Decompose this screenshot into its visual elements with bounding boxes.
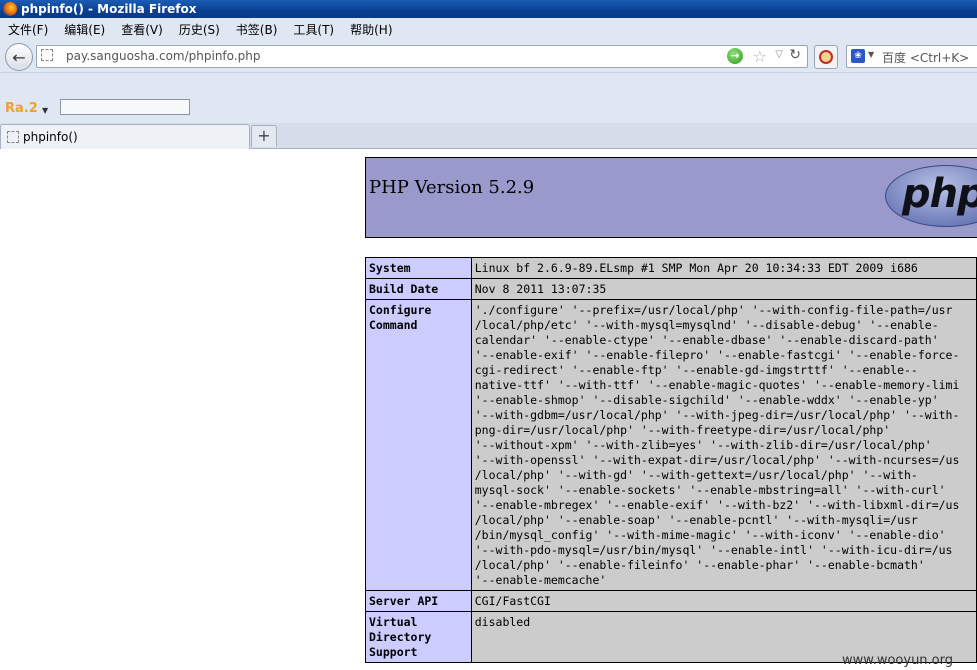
url-bar[interactable]: pay.sanguosha.com/phpinfo.php → ☆ ▽ ↻ [36,45,808,68]
watermark: www.wooyun.org [842,653,954,668]
tab-strip: phpinfo() + [0,123,977,149]
window-titlebar: phpinfo() - Mozilla Firefox [0,0,977,18]
tab-phpinfo[interactable]: phpinfo() [0,124,250,149]
php-logo-text: php [902,171,977,217]
go-button[interactable]: → [727,48,743,64]
tab-label: phpinfo() [23,130,78,144]
reload-icon[interactable]: ↻ [789,47,801,63]
menu-history[interactable]: 历史(S) [171,21,228,38]
ra2-input[interactable] [60,99,190,115]
search-input[interactable]: 百度 <Ctrl+K> [882,49,969,66]
menu-view[interactable]: 查看(V) [113,21,171,38]
menu-bar: 文件(F) 编辑(E) 查看(V) 历史(S) 书签(B) 工具(T) 帮助(H… [0,18,977,40]
addon-block-button[interactable] [814,45,838,69]
table-row: Server API CGI/FastCGI [365,590,977,612]
page-icon [7,131,19,143]
ra2-logo[interactable]: Ra.2 [5,101,38,116]
menu-edit[interactable]: 编辑(E) [56,21,113,38]
arrow-left-icon: ← [12,47,26,67]
back-button[interactable]: ← [5,43,33,71]
page-title: PHP Version 5.2.9 [369,177,535,198]
row-key: Server API [365,590,472,612]
row-key: Build Date [365,278,472,300]
row-value: './configure' '--prefix=/usr/local/php' … [470,299,977,591]
phpinfo-table: System Linux bf 2.6.9-89.ELsmp #1 SMP Mo… [365,257,977,663]
search-engine-dropdown-icon[interactable]: ▼ [868,50,874,59]
menu-help[interactable]: 帮助(H) [342,21,400,38]
addon-toolbar: Ra.2 ▼ [0,73,977,123]
row-key: System [365,257,472,279]
block-icon [819,50,833,64]
url-input[interactable]: pay.sanguosha.com/phpinfo.php [66,49,260,63]
ra2-dropdown-icon[interactable]: ▼ [42,106,48,115]
menu-file[interactable]: 文件(F) [0,21,56,38]
menu-bookmarks[interactable]: 书签(B) [228,21,286,38]
row-value: CGI/FastCGI [470,590,977,612]
window-title: phpinfo() - Mozilla Firefox [21,2,197,16]
bookmark-star-icon[interactable]: ☆ [753,47,767,66]
row-key: Configure Command [365,299,472,591]
table-row: System Linux bf 2.6.9-89.ELsmp #1 SMP Mo… [365,257,977,279]
php-version-header: PHP Version 5.2.9 php [365,157,977,238]
site-identity-icon[interactable] [41,49,53,61]
new-tab-button[interactable]: + [251,125,277,147]
row-key: Virtual Directory Support [365,611,472,663]
history-dropdown-icon[interactable]: ▽ [775,49,783,60]
table-row: Configure Command './configure' '--prefi… [365,299,977,591]
search-bar[interactable]: ❀ ▼ 百度 <Ctrl+K> [846,45,977,68]
baidu-paw-icon[interactable]: ❀ [851,49,865,63]
navigation-toolbar: ← pay.sanguosha.com/phpinfo.php → ☆ ▽ ↻ … [0,40,977,73]
page-content: PHP Version 5.2.9 php System Linux bf 2.… [0,149,977,670]
row-value: Linux bf 2.6.9-89.ELsmp #1 SMP Mon Apr 2… [470,257,977,279]
row-value: Nov 8 2011 13:07:35 [470,278,977,300]
firefox-icon [3,2,17,16]
php-logo[interactable]: php [885,165,977,227]
table-row: Build Date Nov 8 2011 13:07:35 [365,278,977,300]
menu-tools[interactable]: 工具(T) [285,21,342,38]
